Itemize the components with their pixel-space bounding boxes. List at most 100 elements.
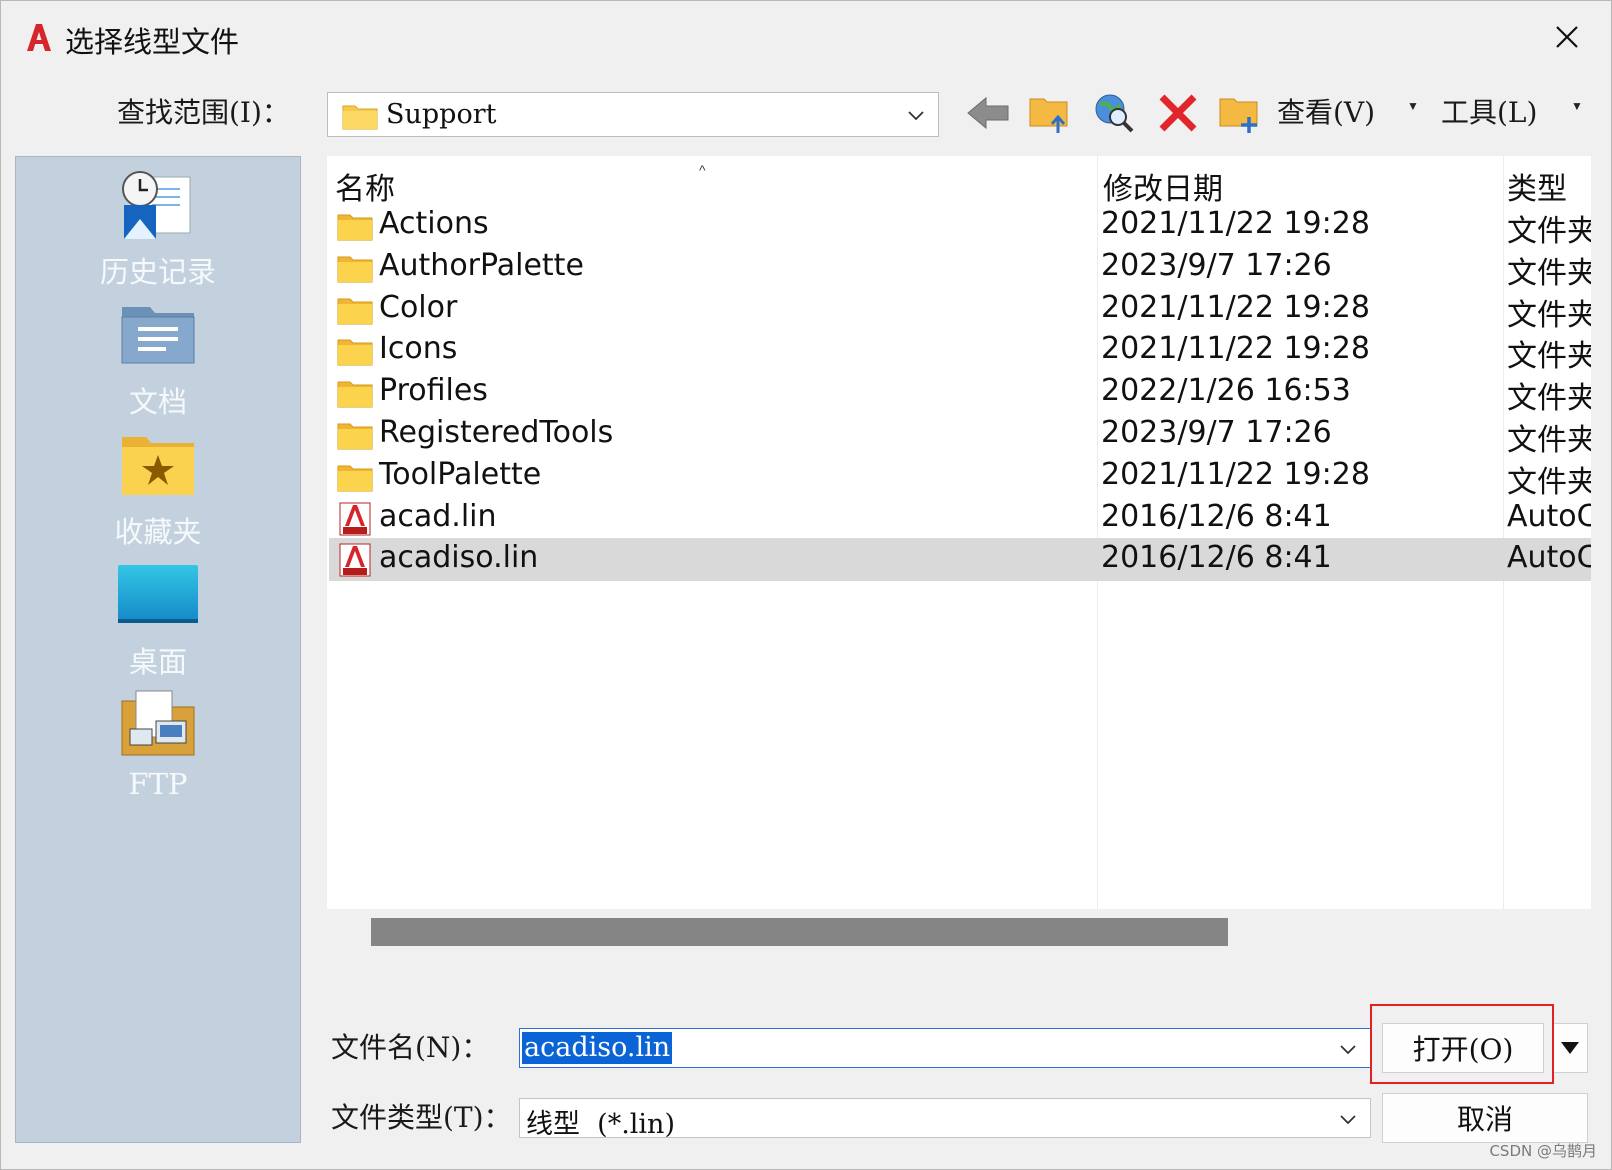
file-type-value: 线型 (*.lin)	[526, 1109, 675, 1140]
close-button[interactable]	[1537, 13, 1597, 61]
folder-icon	[337, 376, 373, 410]
open-options-button[interactable]	[1552, 1023, 1588, 1073]
file-name: Profiles	[379, 373, 488, 409]
file-type: 文件夹	[1507, 255, 1591, 291]
place-history[interactable]: 历史记录	[16, 169, 300, 297]
sort-ascending-icon: ^	[699, 162, 706, 178]
up-one-level-button[interactable]	[1025, 89, 1075, 137]
file-row[interactable]: Actions 2021/11/22 19:28 文件夹	[329, 204, 1591, 249]
file-type: AutoCAD	[1507, 540, 1591, 576]
place-label: 桌面	[128, 645, 187, 679]
file-date: 2021/11/22 19:28	[1101, 289, 1370, 325]
place-desktop[interactable]: 桌面	[16, 559, 300, 687]
folder-icon	[337, 334, 373, 368]
search-web-button[interactable]	[1089, 89, 1139, 137]
file-type: 文件夹	[1507, 423, 1591, 458]
file-type: 文件夹	[1507, 297, 1591, 333]
open-button[interactable]: 打开(O)	[1382, 1023, 1544, 1073]
column-header-type[interactable]: 类型	[1507, 164, 1567, 208]
horizontal-scrollbar-thumb[interactable]	[371, 918, 1228, 946]
folder-icon	[337, 460, 373, 494]
new-folder-icon	[1219, 98, 1258, 133]
look-in-combo[interactable]: Support	[327, 92, 939, 137]
back-arrow-icon	[967, 96, 1009, 130]
views-dropdown-arrow[interactable]: ▼	[1407, 99, 1419, 113]
views-menu[interactable]: 查看(V)	[1277, 91, 1375, 131]
file-name: acad.lin	[379, 498, 497, 534]
file-name: Color	[379, 289, 458, 325]
file-name: acadiso.lin	[379, 540, 539, 576]
places-bar: 历史记录 文档 收藏夹 桌面 FTP	[15, 156, 301, 1143]
file-date: 2021/11/22 19:28	[1101, 331, 1370, 367]
place-label: 历史记录	[99, 255, 216, 289]
file-row[interactable]: Icons 2021/11/22 19:28 文件夹	[329, 329, 1591, 374]
documents-icon	[121, 307, 195, 364]
file-type: 文件夹	[1507, 381, 1591, 417]
file-name-input[interactable]: acadiso.lin	[519, 1028, 1371, 1068]
place-label: FTP	[128, 767, 188, 801]
place-documents[interactable]: 文档	[16, 299, 300, 427]
place-label: 文档	[128, 385, 187, 419]
folder-icon	[337, 418, 373, 452]
file-date: 2021/11/22 19:28	[1101, 456, 1370, 492]
file-type: AutoCAD	[1507, 498, 1591, 534]
folder-icon	[342, 105, 378, 130]
search-web-icon	[1095, 94, 1134, 133]
tools-dropdown-arrow[interactable]: ▼	[1571, 99, 1583, 113]
delete-icon	[1159, 94, 1197, 132]
title-bar: 选择线型文件	[1, 1, 1611, 73]
desktop-icon	[118, 565, 198, 623]
file-name: RegisteredTools	[379, 415, 614, 450]
file-type-label: 文件类型(T)：	[331, 1101, 512, 1134]
favorites-icon	[122, 437, 194, 495]
tools-menu[interactable]: 工具(L)	[1441, 91, 1537, 131]
look-in-value: Support	[386, 99, 497, 130]
folder-icon	[337, 251, 373, 285]
column-header-date[interactable]: 修改日期	[1103, 164, 1223, 208]
place-favorites[interactable]: 收藏夹	[16, 429, 300, 557]
column-header-name[interactable]: 名称	[335, 164, 395, 208]
file-name-label: 文件名(N)：	[331, 1031, 490, 1064]
lin-file-icon	[337, 502, 373, 536]
file-type: 文件夹	[1507, 214, 1591, 249]
file-row[interactable]: acadiso.lin 2016/12/6 8:41 AutoCAD	[329, 538, 1591, 582]
file-date: 2023/9/7 17:26	[1101, 415, 1332, 450]
file-name-value: acadiso.lin	[522, 1032, 673, 1064]
folder-icon	[337, 293, 373, 327]
place-label: 收藏夹	[114, 515, 202, 549]
file-row[interactable]: AuthorPalette 2023/9/7 17:26 文件夹	[329, 246, 1591, 291]
file-date: 2021/11/22 19:28	[1101, 206, 1370, 241]
file-date: 2022/1/26 16:53	[1101, 373, 1351, 409]
file-row[interactable]: Profiles 2022/1/26 16:53 文件夹	[329, 371, 1591, 417]
close-icon	[1556, 26, 1578, 48]
file-type: 文件夹	[1507, 464, 1591, 500]
file-type-combo[interactable]: 线型 (*.lin)	[519, 1098, 1371, 1140]
file-row[interactable]: ToolPalette 2021/11/22 19:28 文件夹	[329, 455, 1591, 500]
dialog-title: 选择线型文件	[65, 25, 240, 59]
folder-up-icon	[1029, 98, 1068, 133]
file-name: Icons	[379, 331, 458, 367]
delete-button[interactable]	[1153, 89, 1203, 137]
file-name: AuthorPalette	[379, 247, 584, 283]
create-folder-button[interactable]	[1215, 89, 1265, 137]
history-icon	[122, 171, 191, 239]
file-row[interactable]: acad.lin 2016/12/6 8:41 AutoCAD	[329, 497, 1591, 540]
watermark: CSDN @乌鹊月	[1489, 1142, 1597, 1160]
caret-down-icon	[1561, 1042, 1579, 1054]
chevron-down-icon[interactable]	[1338, 1039, 1358, 1059]
file-date: 2023/9/7 17:26	[1101, 247, 1332, 283]
chevron-down-icon	[1340, 1115, 1356, 1125]
cancel-button[interactable]: 取消	[1382, 1093, 1588, 1143]
folder-icon	[337, 209, 373, 243]
look-in-label: 查找范围(I)：	[117, 96, 290, 129]
file-row[interactable]: Color 2021/11/22 19:28 文件夹	[329, 288, 1591, 333]
select-linetype-dialog: 选择线型文件 查找范围(I)： Support 查看(V) ▼ 工具(L) ▼ …	[0, 0, 1612, 1170]
file-name: ToolPalette	[379, 456, 542, 492]
file-date: 2016/12/6 8:41	[1101, 498, 1332, 534]
lin-file-icon	[337, 543, 373, 577]
autocad-app-icon	[27, 24, 51, 51]
file-list[interactable]: 名称 ^ 修改日期 类型 Actions 2021/11/22 19:28 文件夹 A…	[327, 156, 1591, 909]
place-ftp[interactable]: FTP	[16, 687, 300, 815]
back-button[interactable]	[963, 89, 1013, 137]
file-row[interactable]: RegisteredTools 2023/9/7 17:26 文件夹	[329, 413, 1591, 458]
